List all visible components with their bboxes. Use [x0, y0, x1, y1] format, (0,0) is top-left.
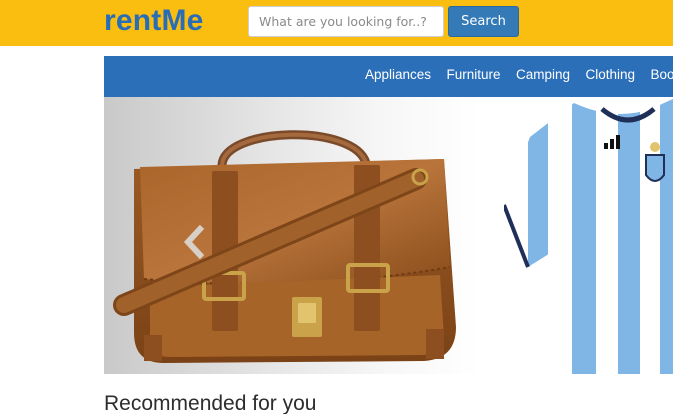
argentina-football-jersey-image	[502, 99, 673, 374]
search-button[interactable]: Search	[448, 6, 519, 37]
category-nav: Appliances Furniture Camping Clothing Bo…	[104, 56, 673, 97]
search-input[interactable]	[248, 6, 444, 37]
leather-messenger-bag-image	[113, 130, 456, 363]
nav-item-books[interactable]: Books	[650, 56, 673, 94]
nav-item-clothing[interactable]: Clothing	[585, 56, 635, 94]
nav-item-furniture[interactable]: Furniture	[447, 56, 501, 94]
carousel-prev-button[interactable]	[180, 224, 208, 260]
top-bar: rentMe Search	[0, 0, 673, 46]
carousel-slide-jersey[interactable]	[502, 97, 673, 374]
chevron-left-icon	[183, 224, 205, 260]
nav-item-appliances[interactable]: Appliances	[365, 56, 431, 94]
site-logo[interactable]: rentMe	[104, 4, 204, 38]
nav-item-camping[interactable]: Camping	[516, 56, 570, 94]
recommended-heading: Recommended for you	[104, 392, 317, 414]
product-carousel	[104, 97, 673, 374]
carousel-slide-bag[interactable]	[104, 97, 480, 374]
